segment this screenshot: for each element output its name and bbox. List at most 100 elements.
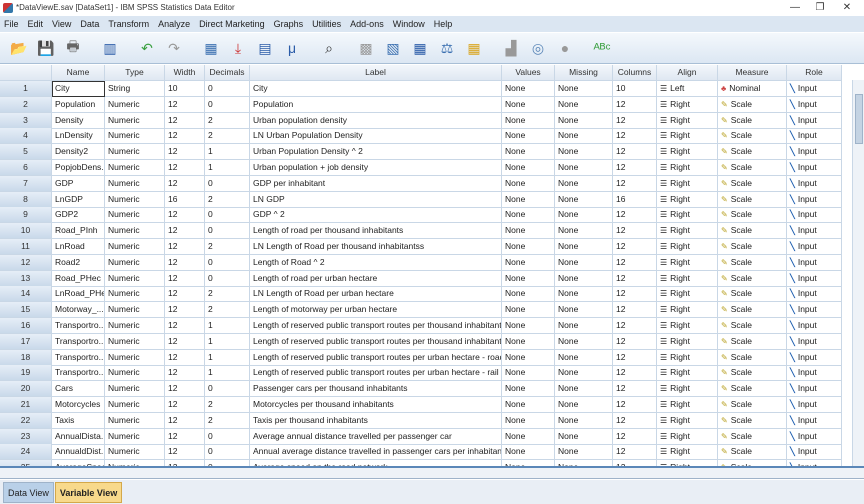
type-cell[interactable]: String — [105, 81, 165, 97]
role-cell[interactable]: ╲Input — [787, 254, 842, 271]
align-cell[interactable]: ☰Right — [657, 160, 718, 176]
label-cell[interactable]: Length of road per urban hectare — [250, 270, 502, 287]
goto-variable-button[interactable]: ⤓ — [227, 37, 249, 59]
role-cell[interactable]: ╲Input — [787, 428, 842, 445]
role-cell[interactable]: ╲Input — [787, 333, 842, 350]
type-cell[interactable]: Numeric — [105, 191, 165, 208]
values-cell[interactable]: None — [502, 412, 555, 429]
columns-cell[interactable]: 12 — [613, 444, 657, 461]
width-cell[interactable]: 12 — [165, 223, 205, 240]
type-cell[interactable]: Numeric — [105, 349, 165, 366]
insert-cases-button[interactable]: ▩ — [355, 37, 377, 59]
type-cell[interactable]: Numeric — [105, 365, 165, 382]
missing-cell[interactable]: None — [555, 223, 613, 240]
type-cell[interactable]: Numeric — [105, 412, 165, 429]
values-cell[interactable]: None — [502, 428, 555, 445]
label-cell[interactable]: Annual average distance travelled in pas… — [250, 444, 502, 461]
type-cell[interactable]: Numeric — [105, 428, 165, 445]
decimals-cell[interactable]: 0 — [205, 96, 250, 113]
align-cell[interactable]: ☰Right — [657, 175, 718, 192]
missing-cell[interactable]: None — [555, 333, 613, 350]
role-cell[interactable]: ╲Input — [787, 412, 842, 429]
recall-dialog-button[interactable]: ▥ — [99, 37, 121, 59]
missing-cell[interactable]: None — [555, 381, 613, 398]
measure-cell[interactable]: ✎Scale — [718, 270, 787, 287]
width-cell[interactable]: 12 — [165, 412, 205, 429]
columns-cell[interactable]: 12 — [613, 286, 657, 303]
align-cell[interactable]: ☰Right — [657, 112, 718, 129]
decimals-cell[interactable]: 1 — [205, 144, 250, 161]
type-cell[interactable]: Numeric — [105, 223, 165, 240]
measure-cell[interactable]: ✎Scale — [718, 444, 787, 461]
label-cell[interactable]: Length of Road ^ 2 — [250, 254, 502, 271]
menu-direct-marketing[interactable]: Direct Marketing — [199, 19, 265, 29]
measure-cell[interactable]: ✎Scale — [718, 239, 787, 255]
row-header[interactable]: 8 — [0, 191, 52, 208]
spell-check-button[interactable]: ᴬᴮᶜ — [591, 37, 613, 59]
width-cell[interactable]: 16 — [165, 191, 205, 208]
values-cell[interactable]: None — [502, 254, 555, 271]
menu-graphs[interactable]: Graphs — [274, 19, 304, 29]
measure-cell[interactable]: ✎Scale — [718, 223, 787, 240]
type-cell[interactable]: Numeric — [105, 318, 165, 334]
column-header-type[interactable]: Type — [105, 65, 165, 81]
columns-cell[interactable]: 12 — [613, 318, 657, 334]
row-header[interactable]: 1 — [0, 81, 52, 97]
role-cell[interactable]: ╲Input — [787, 112, 842, 129]
values-cell[interactable]: None — [502, 175, 555, 192]
row-header[interactable]: 19 — [0, 365, 52, 382]
name-cell[interactable]: Taxis — [52, 412, 105, 429]
menu-analyze[interactable]: Analyze — [158, 19, 190, 29]
missing-cell[interactable]: None — [555, 302, 613, 319]
insert-variable-button[interactable]: ▧ — [382, 37, 404, 59]
split-file-button[interactable]: ▦ — [409, 37, 431, 59]
decimals-cell[interactable]: 2 — [205, 397, 250, 413]
name-cell[interactable]: Transportro... — [52, 349, 105, 366]
name-cell[interactable]: Transportro... — [52, 318, 105, 334]
align-cell[interactable]: ☰Right — [657, 412, 718, 429]
missing-cell[interactable]: None — [555, 318, 613, 334]
decimals-cell[interactable]: 0 — [205, 223, 250, 240]
decimals-cell[interactable]: 1 — [205, 318, 250, 334]
column-header-decimals[interactable]: Decimals — [205, 65, 250, 81]
values-cell[interactable]: None — [502, 128, 555, 145]
column-header-missing[interactable]: Missing — [555, 65, 613, 81]
columns-cell[interactable]: 12 — [613, 365, 657, 382]
column-header-values[interactable]: Values — [502, 65, 555, 81]
role-cell[interactable]: ╲Input — [787, 207, 842, 224]
missing-cell[interactable]: None — [555, 96, 613, 113]
row-header[interactable]: 10 — [0, 223, 52, 240]
values-cell[interactable]: None — [502, 302, 555, 319]
row-header[interactable]: 13 — [0, 270, 52, 287]
type-cell[interactable]: Numeric — [105, 144, 165, 161]
corner-cell[interactable] — [0, 65, 52, 81]
find-button[interactable]: ⌕ — [318, 37, 340, 59]
columns-cell[interactable]: 12 — [613, 333, 657, 350]
name-cell[interactable]: Density — [52, 112, 105, 129]
name-cell[interactable]: AnnualdDist... — [52, 444, 105, 461]
type-cell[interactable]: Numeric — [105, 397, 165, 413]
type-cell[interactable]: Numeric — [105, 160, 165, 176]
name-cell[interactable]: City — [52, 81, 105, 97]
role-cell[interactable]: ╲Input — [787, 318, 842, 334]
role-cell[interactable]: ╲Input — [787, 144, 842, 161]
decimals-cell[interactable]: 1 — [205, 333, 250, 350]
role-cell[interactable]: ╲Input — [787, 286, 842, 303]
name-cell[interactable]: LnRoad_PHec — [52, 286, 105, 303]
column-header-measure[interactable]: Measure — [718, 65, 787, 81]
name-cell[interactable]: Cars — [52, 381, 105, 398]
width-cell[interactable]: 12 — [165, 239, 205, 255]
label-cell[interactable]: Length of road per thousand inhabitants — [250, 223, 502, 240]
type-cell[interactable]: Numeric — [105, 286, 165, 303]
menu-transform[interactable]: Transform — [108, 19, 149, 29]
label-cell[interactable]: Population — [250, 96, 502, 113]
align-cell[interactable]: ☰Right — [657, 239, 718, 255]
column-header-columns[interactable]: Columns — [613, 65, 657, 81]
measure-cell[interactable]: ✎Scale — [718, 318, 787, 334]
row-header[interactable]: 14 — [0, 286, 52, 303]
measure-cell[interactable]: ✎Scale — [718, 175, 787, 192]
name-cell[interactable]: Density2 — [52, 144, 105, 161]
columns-cell[interactable]: 12 — [613, 412, 657, 429]
label-cell[interactable]: Urban population density — [250, 112, 502, 129]
measure-cell[interactable]: ✎Scale — [718, 207, 787, 224]
